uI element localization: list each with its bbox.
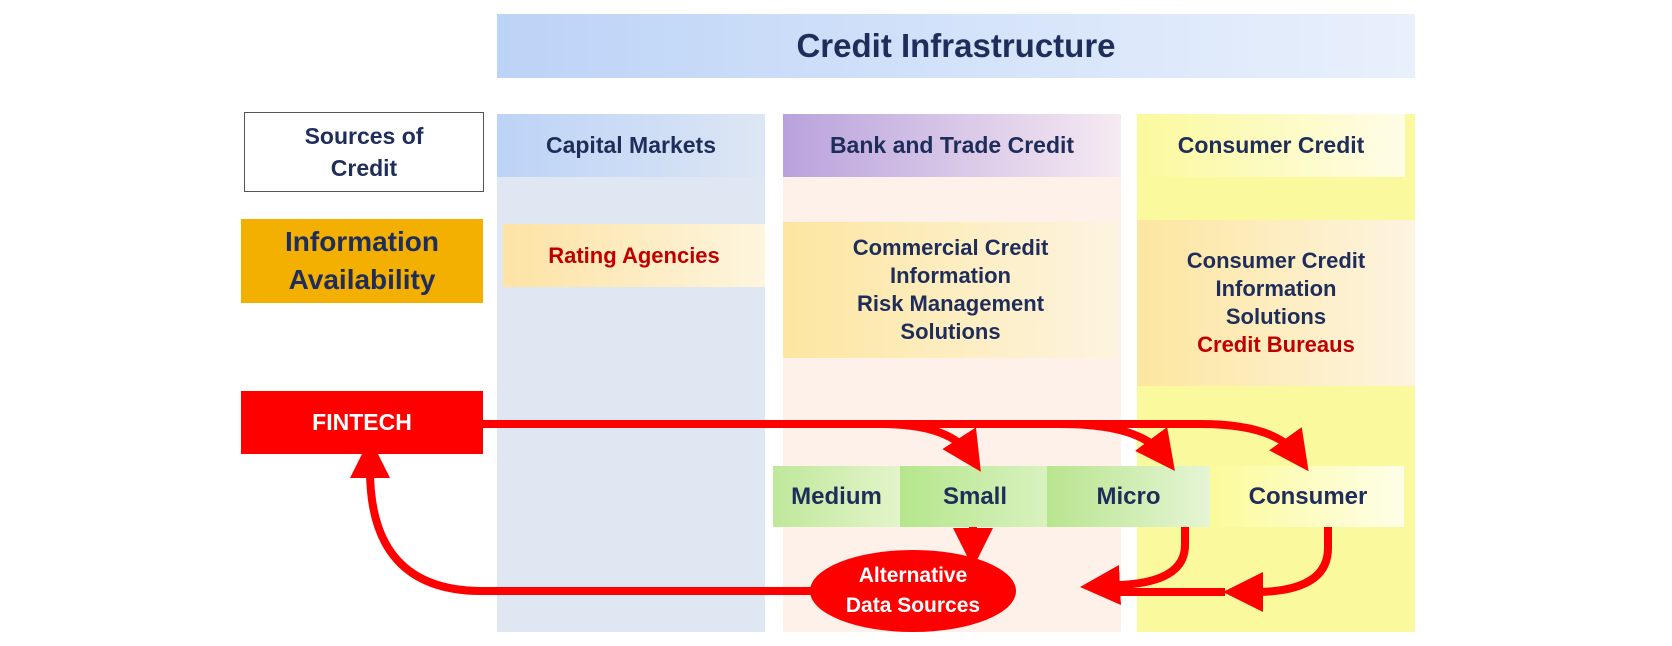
arrow-micro-to-alternative — [1080, 527, 1189, 605]
arrow-fintech-to-small — [483, 420, 981, 472]
alternative-data-sources-label: Alternative Data Sources — [818, 555, 1008, 627]
arrow-alternative-to-fintech — [350, 438, 812, 595]
alternative-label-line: Alternative — [858, 564, 968, 587]
flow-arrows — [350, 420, 1332, 632]
alternative-label-line: Data Sources — [845, 594, 981, 617]
arrow-consumer-to-alternative — [1223, 527, 1332, 612]
